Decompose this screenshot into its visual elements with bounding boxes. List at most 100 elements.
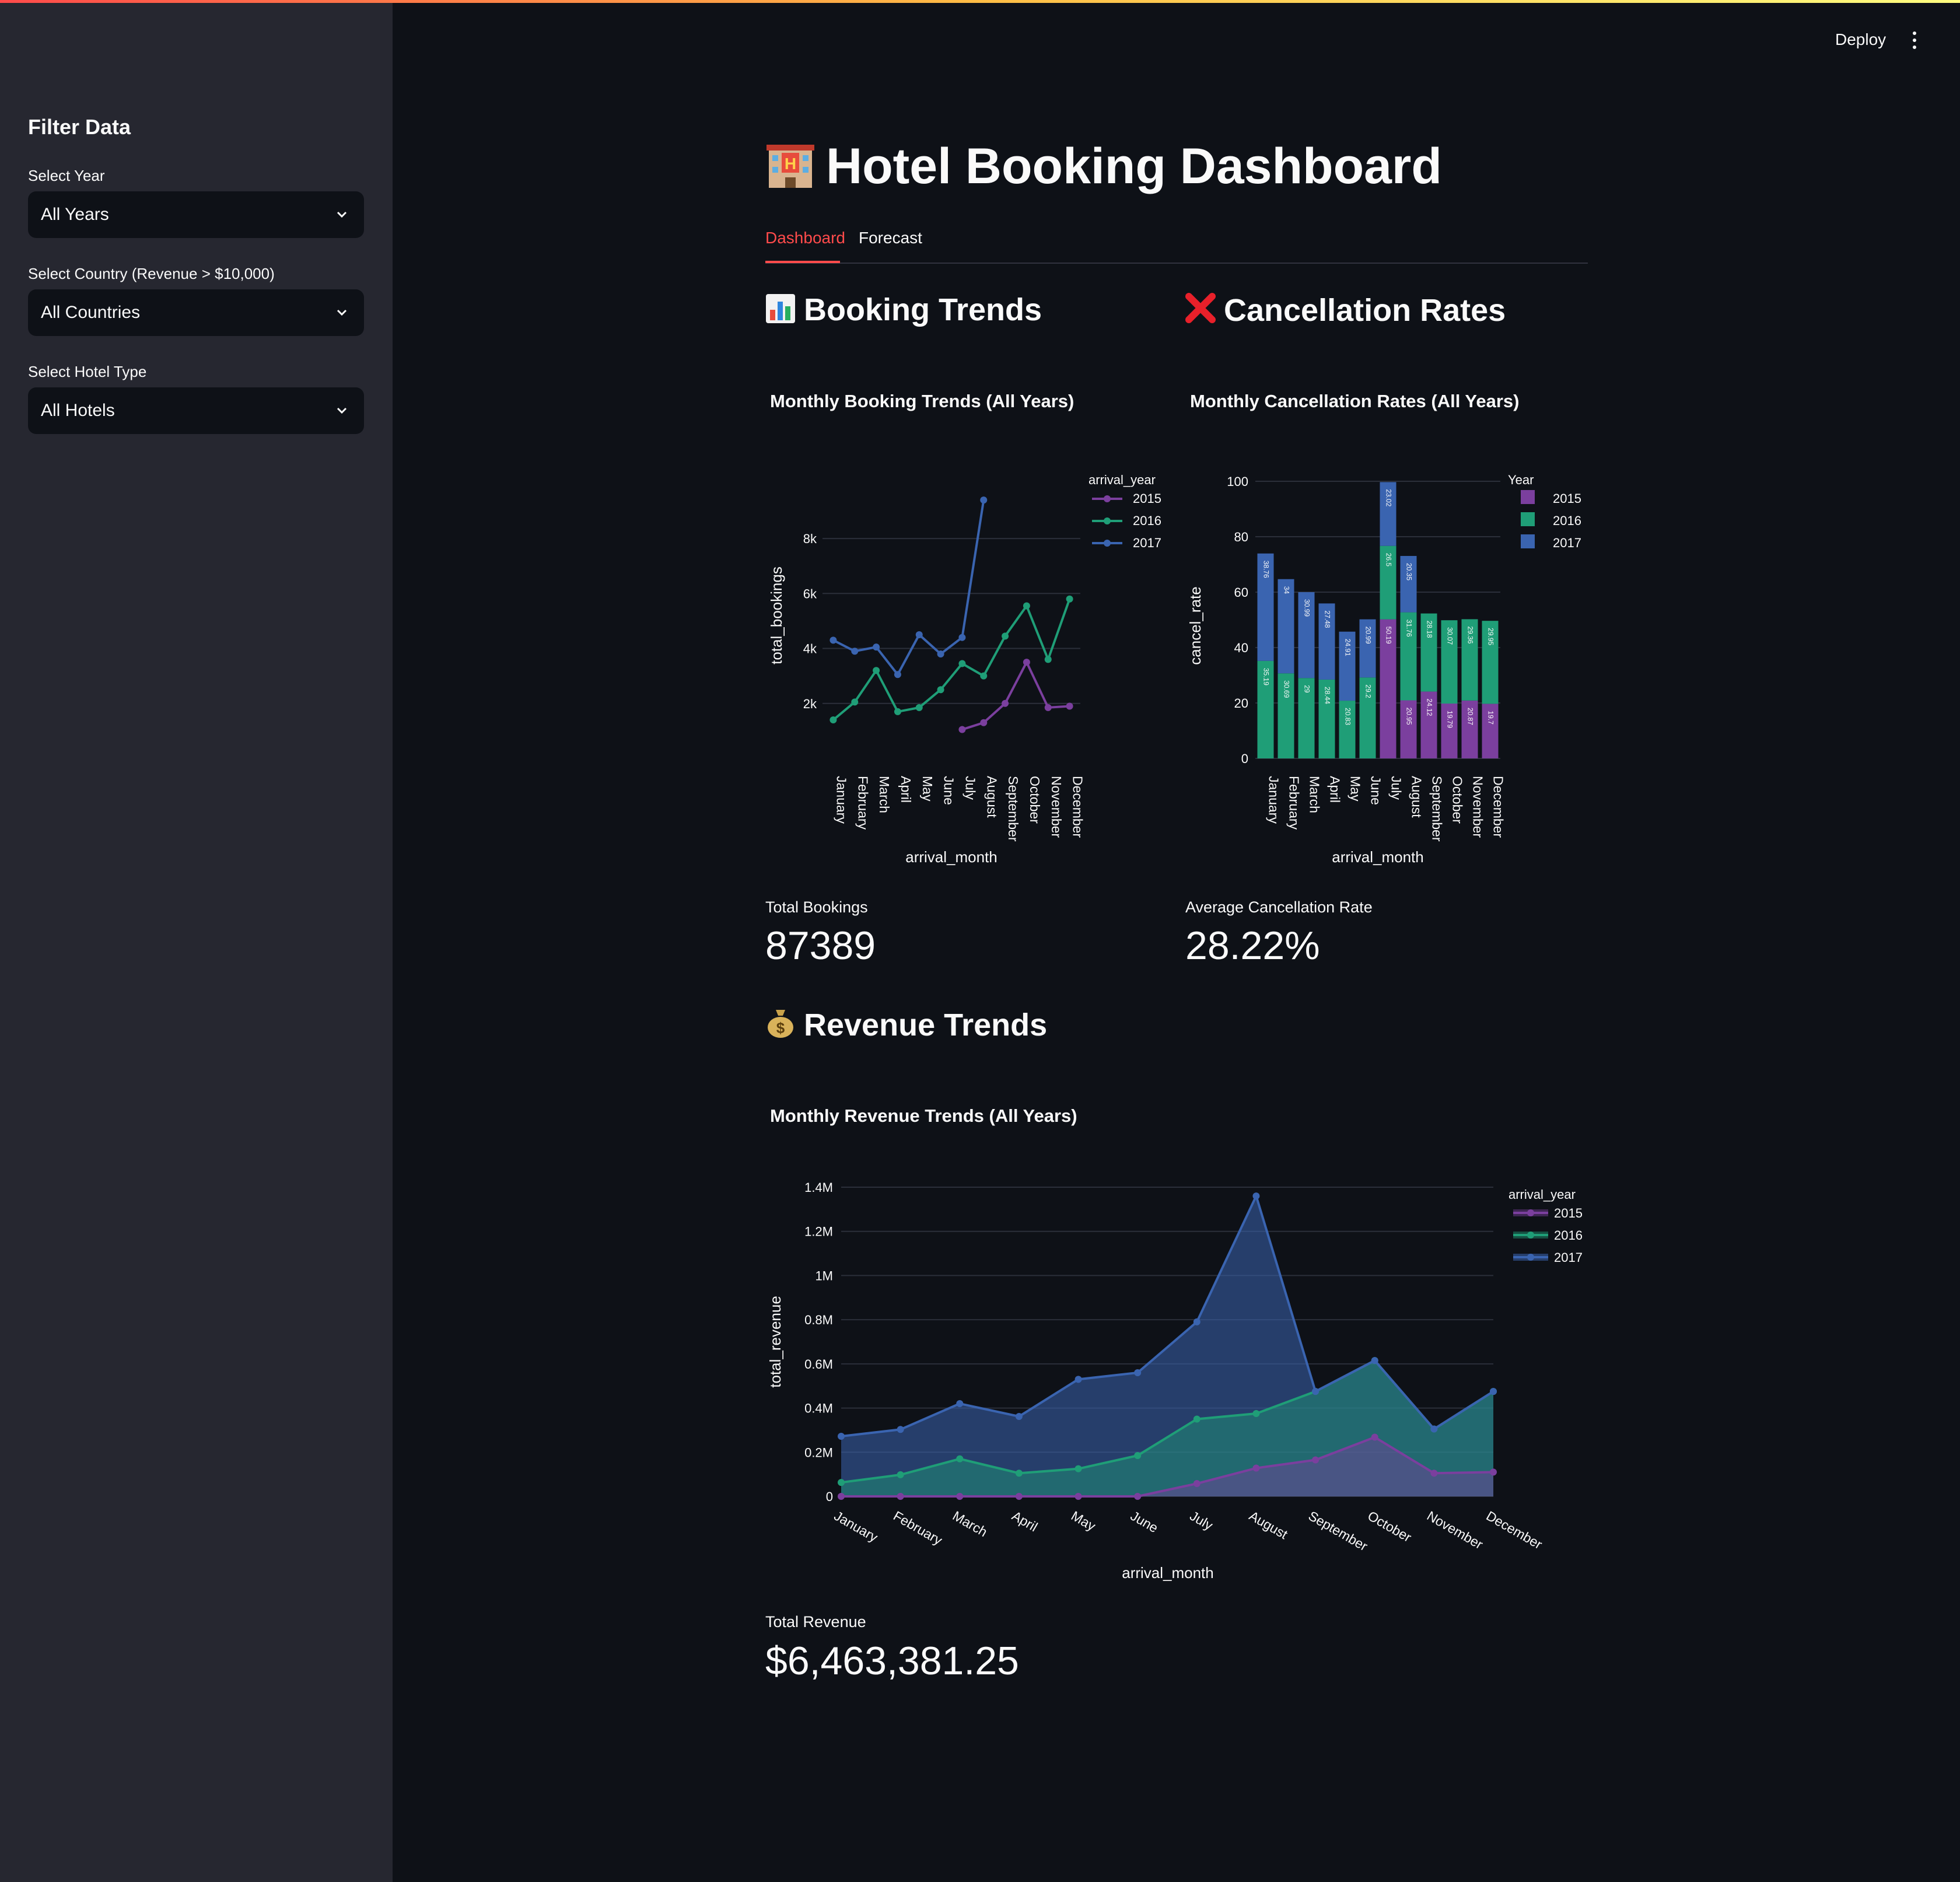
x-tick-label: November [1424, 1508, 1486, 1552]
data-point [958, 726, 966, 733]
data-point [1490, 1388, 1497, 1395]
y-tick-label: 0 [1241, 751, 1248, 766]
x-tick-label: July [1187, 1508, 1216, 1533]
data-point [1074, 1376, 1082, 1383]
bar-data-label: 24.12 [1425, 698, 1433, 716]
legend-marker [1104, 495, 1111, 502]
bar-data-label: 34 [1282, 586, 1290, 594]
avg-cancellation-label: Average Cancellation Rate [1185, 898, 1373, 916]
bar-data-label: 24.91 [1343, 639, 1352, 656]
data-point [1066, 702, 1073, 710]
data-point [956, 1455, 964, 1463]
data-point [1193, 1318, 1200, 1325]
x-tick-label: April [1009, 1508, 1040, 1535]
year-select-label: Select Year [28, 167, 105, 184]
data-point [1252, 1410, 1260, 1418]
data-point [958, 660, 966, 667]
legend-item: 2016 [1133, 513, 1161, 528]
y-tick-label: 0.2M [804, 1445, 833, 1460]
bar-data-label: 35.19 [1262, 668, 1270, 685]
hotel-select[interactable]: All Hotels [28, 387, 364, 434]
data-point [937, 686, 944, 694]
country-select[interactable]: All Countries [28, 289, 364, 336]
year-select[interactable]: All Years [28, 191, 364, 238]
bar-data-label: 30.69 [1282, 680, 1290, 698]
y-tick-label: 6k [803, 586, 817, 601]
data-point [915, 704, 923, 711]
data-point [1312, 1456, 1320, 1464]
data-point [1015, 1470, 1023, 1477]
data-point [1134, 1369, 1142, 1376]
y-axis-title: total_revenue [766, 1296, 784, 1388]
total-bookings-label: Total Bookings [765, 898, 868, 916]
y-tick-label: 0 [826, 1489, 833, 1504]
legend-swatch [1521, 512, 1535, 526]
x-tick-label: November [1471, 776, 1486, 838]
bar-data-label: 30.07 [1446, 627, 1454, 645]
data-point [937, 650, 944, 657]
x-tick-label: June [1128, 1508, 1161, 1535]
y-tick-label: 0.4M [804, 1401, 833, 1416]
page-title-text: Hotel Booking Dashboard [826, 138, 1442, 194]
x-tick-label: July [1389, 776, 1404, 800]
main-menu-icon[interactable] [1911, 32, 1918, 50]
x-axis-title: arrival_month [905, 848, 998, 866]
tab-forecast[interactable]: Forecast [859, 229, 922, 247]
data-point [897, 1493, 904, 1500]
x-tick-label: February [1287, 776, 1302, 830]
data-point [915, 631, 923, 638]
bar-data-label: 28.18 [1425, 621, 1433, 638]
y-tick-label: 4k [803, 642, 817, 656]
data-point [1134, 1493, 1142, 1500]
data-point [1430, 1425, 1438, 1433]
bar-data-label: 29.2 [1364, 684, 1372, 698]
x-tick-label: September [1430, 776, 1445, 842]
year-select-value: All Years [41, 205, 109, 224]
legend-item: 2017 [1554, 1250, 1583, 1265]
data-point [851, 698, 859, 706]
x-tick-label: July [963, 776, 978, 800]
svg-text:H: H [785, 155, 796, 173]
sidebar: Filter Data Select Year All Years Select… [0, 3, 393, 1882]
bar-data-label: 19.79 [1446, 711, 1454, 728]
data-point [1371, 1433, 1378, 1441]
data-point [1074, 1465, 1082, 1472]
cancellation-rates-chart: Monthly Cancellation Rates (All Years) 0… [1185, 373, 1594, 887]
legend-item: 2017 [1133, 536, 1161, 550]
data-point [873, 643, 880, 651]
x-tick-label: May [1348, 776, 1363, 802]
x-tick-label: August [984, 776, 999, 818]
bar-data-label: 29.36 [1466, 626, 1474, 643]
revenue-trends-chart: Monthly Revenue Trends (All Years) 0 0.2M… [765, 1088, 1594, 1596]
data-point [838, 1433, 845, 1440]
booking-trends-heading-text: Booking Trends [804, 292, 1042, 327]
hotel-select-label: Select Hotel Type [28, 363, 147, 380]
bar-data-label: 30.99 [1303, 599, 1311, 617]
data-point [1134, 1451, 1142, 1459]
bar-data-label: 29.95 [1486, 628, 1494, 645]
x-tick-label: August [1247, 1508, 1291, 1542]
data-point [1023, 659, 1030, 666]
y-tick-label: 1.2M [804, 1225, 833, 1239]
chevron-down-icon [337, 309, 347, 316]
tab-dashboard[interactable]: Dashboard [765, 229, 845, 247]
data-point [1193, 1415, 1200, 1423]
active-tab-underline [765, 261, 840, 263]
legend-item: 2015 [1133, 491, 1161, 506]
series-line-2016 [832, 599, 1071, 721]
deploy-button[interactable]: Deploy [1835, 30, 1886, 49]
x-tick-label: September [1006, 776, 1021, 842]
bar-data-label: 28.44 [1323, 687, 1331, 704]
booking-trends-heading: Booking Trends [765, 292, 1042, 328]
x-tick-label: June [1368, 776, 1384, 805]
hotel-select-value: All Hotels [41, 401, 115, 420]
data-point [830, 716, 837, 724]
bar-data-label: 23.02 [1384, 489, 1392, 506]
y-tick-label: 1M [815, 1268, 833, 1283]
legend-marker [1104, 540, 1111, 547]
y-tick-label: 2k [803, 697, 817, 711]
tab-divider [765, 263, 1588, 264]
sidebar-title: Filter Data [28, 115, 131, 139]
bar-data-label: 20.99 [1364, 627, 1372, 644]
data-point [980, 496, 988, 504]
